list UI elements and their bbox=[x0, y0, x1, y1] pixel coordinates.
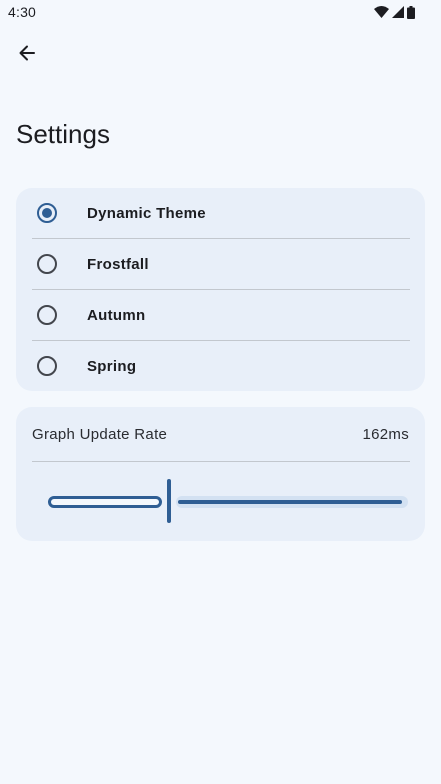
graph-update-rate-value: 162ms bbox=[362, 426, 409, 443]
graph-update-rate-label: Graph Update Rate bbox=[32, 426, 168, 443]
divider bbox=[32, 461, 410, 462]
theme-label: Dynamic Theme bbox=[87, 204, 206, 222]
theme-option-spring[interactable]: Spring bbox=[16, 341, 425, 391]
graph-update-rate-card: Graph Update Rate 162ms bbox=[16, 407, 425, 541]
theme-option-autumn[interactable]: Autumn bbox=[16, 290, 425, 340]
back-button[interactable] bbox=[9, 37, 45, 73]
wifi-icon bbox=[374, 6, 389, 18]
theme-options-card: Dynamic Theme Frostfall Autumn Spring bbox=[16, 188, 425, 391]
radio-button-selected[interactable] bbox=[37, 203, 57, 223]
theme-label: Autumn bbox=[87, 306, 146, 324]
graph-update-rate-slider[interactable] bbox=[48, 479, 408, 525]
radio-button[interactable] bbox=[37, 305, 57, 325]
slider-active-track bbox=[48, 496, 162, 508]
page-title: Settings bbox=[16, 119, 110, 149]
theme-option-dynamic-theme[interactable]: Dynamic Theme bbox=[16, 188, 425, 238]
theme-option-frostfall[interactable]: Frostfall bbox=[16, 239, 425, 289]
radio-button[interactable] bbox=[37, 254, 57, 274]
radio-dot bbox=[42, 208, 52, 218]
signal-icon bbox=[392, 6, 404, 18]
theme-label: Frostfall bbox=[87, 255, 149, 273]
radio-button[interactable] bbox=[37, 356, 57, 376]
arrow-back-icon bbox=[17, 43, 37, 68]
status-time: 4:30 bbox=[8, 4, 37, 20]
slider-thumb[interactable] bbox=[167, 479, 171, 523]
status-icons bbox=[374, 5, 415, 19]
status-bar: 4:30 bbox=[0, 0, 441, 26]
battery-icon bbox=[407, 5, 415, 19]
slider-inactive-line bbox=[178, 500, 402, 504]
theme-label: Spring bbox=[87, 357, 137, 375]
